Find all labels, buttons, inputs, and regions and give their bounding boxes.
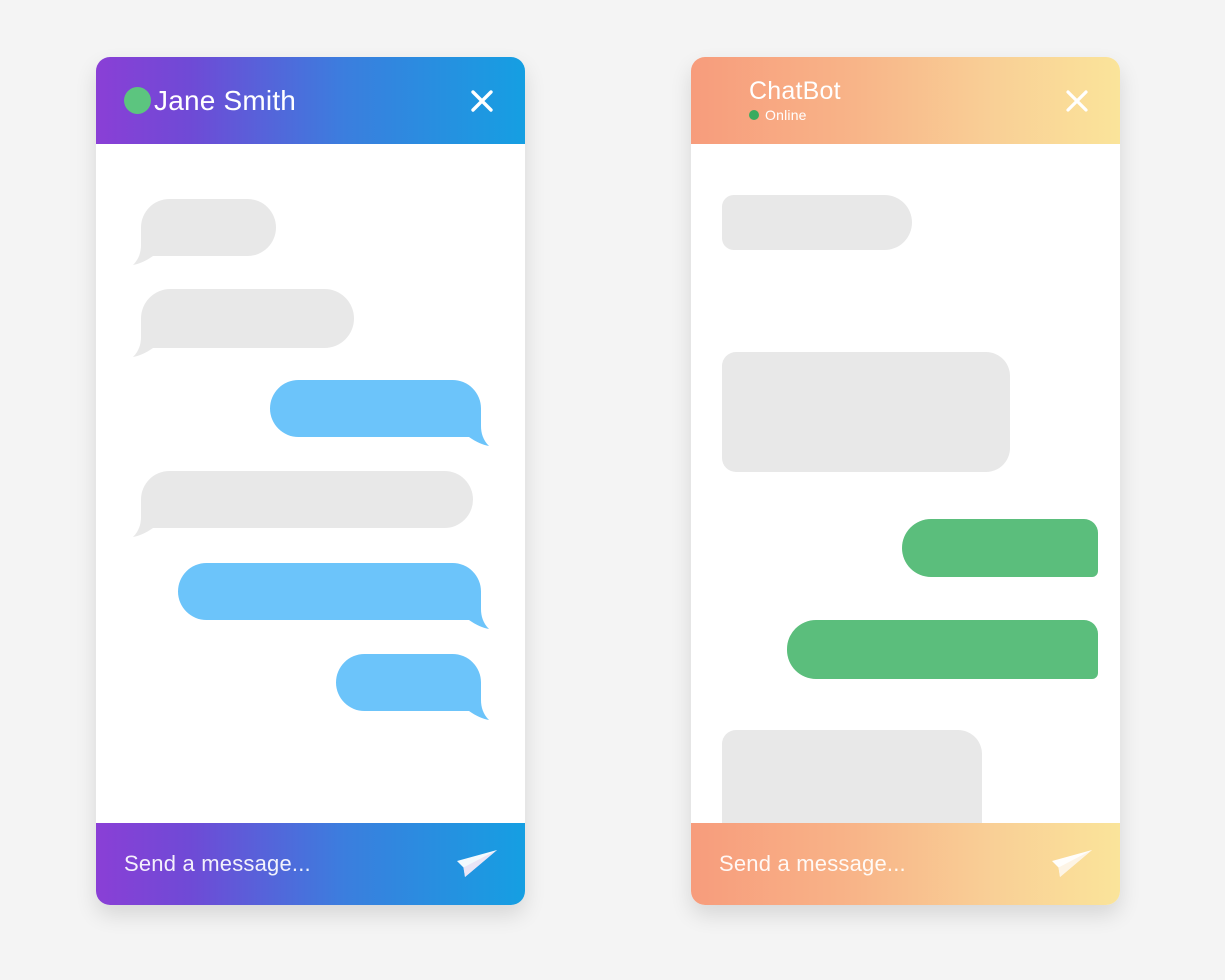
- message-bubble-incoming[interactable]: [133, 289, 373, 363]
- bot-status: Online: [749, 107, 841, 123]
- chat-window-chatbot: ChatBot Online: [691, 57, 1120, 905]
- chat-header: Jane Smith: [96, 57, 525, 144]
- message-bubble-outgoing[interactable]: [902, 519, 1098, 577]
- contact-name: Jane Smith: [154, 84, 297, 116]
- bot-name: ChatBot: [749, 77, 841, 105]
- screen-canvas: Jane Smith Send a message... ChatBot Onl…: [0, 0, 1225, 980]
- close-button[interactable]: [465, 84, 499, 118]
- avatar-status-dot-icon: [124, 87, 151, 114]
- paper-plane-icon: [457, 850, 497, 877]
- chat-header: ChatBot Online: [691, 57, 1120, 144]
- message-bubble-outgoing[interactable]: [270, 380, 502, 452]
- send-button[interactable]: [455, 847, 499, 881]
- bot-status-label: Online: [765, 107, 807, 123]
- message-bubble-incoming[interactable]: [722, 352, 1010, 472]
- send-button[interactable]: [1050, 847, 1094, 881]
- message-bubble-incoming[interactable]: [133, 199, 293, 271]
- message-input[interactable]: [124, 851, 455, 877]
- close-icon: [471, 89, 493, 112]
- message-input[interactable]: [719, 851, 1050, 877]
- status-dot-icon: [749, 110, 759, 120]
- close-icon: [1066, 89, 1088, 112]
- message-bubble-incoming[interactable]: [722, 730, 982, 823]
- message-bubble-outgoing[interactable]: [336, 654, 502, 726]
- message-list[interactable]: [96, 144, 525, 823]
- message-composer: [691, 823, 1120, 905]
- close-button[interactable]: [1060, 84, 1094, 118]
- message-composer: [96, 823, 525, 905]
- contact-identity: Jane Smith: [124, 85, 465, 117]
- chat-window-jane-smith: Jane Smith: [96, 57, 525, 905]
- bot-identity: ChatBot Online: [719, 78, 1060, 123]
- message-list[interactable]: [691, 144, 1120, 823]
- message-bubble-outgoing[interactable]: [178, 563, 502, 635]
- paper-plane-icon: [1052, 850, 1092, 877]
- message-bubble-incoming[interactable]: [722, 195, 912, 250]
- message-bubble-outgoing[interactable]: [787, 620, 1098, 679]
- message-bubble-incoming[interactable]: [133, 471, 493, 543]
